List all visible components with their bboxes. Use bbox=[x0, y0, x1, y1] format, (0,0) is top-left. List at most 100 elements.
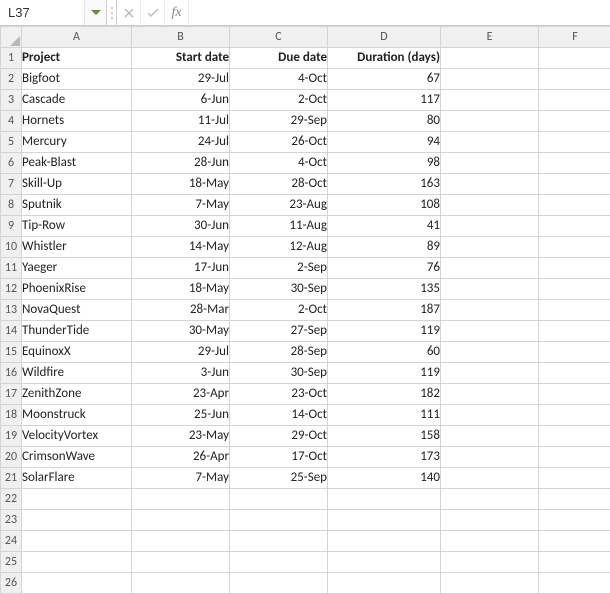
cell[interactable] bbox=[441, 552, 539, 573]
cell[interactable]: 17-Oct bbox=[230, 447, 328, 468]
cell[interactable]: Moonstruck bbox=[22, 405, 132, 426]
select-all-corner[interactable] bbox=[1, 27, 22, 48]
cell[interactable]: 173 bbox=[328, 447, 441, 468]
cell[interactable]: 163 bbox=[328, 174, 441, 195]
cell[interactable]: 11-Aug bbox=[230, 216, 328, 237]
cell[interactable]: Sputnik bbox=[22, 195, 132, 216]
cell[interactable] bbox=[441, 363, 539, 384]
cell[interactable] bbox=[539, 384, 610, 405]
row-header[interactable]: 23 bbox=[1, 510, 22, 531]
cell[interactable]: 89 bbox=[328, 237, 441, 258]
cell[interactable] bbox=[539, 300, 610, 321]
spreadsheet-grid[interactable]: A B C D E F 1ProjectStart dateDue dateDu… bbox=[0, 26, 610, 594]
cell[interactable] bbox=[539, 132, 610, 153]
cell[interactable]: 2-Oct bbox=[230, 90, 328, 111]
row-header[interactable]: 13 bbox=[1, 300, 22, 321]
row-header[interactable]: 4 bbox=[1, 111, 22, 132]
cell[interactable] bbox=[328, 552, 441, 573]
formula-input[interactable] bbox=[189, 0, 610, 25]
cell[interactable]: Wildfire bbox=[22, 363, 132, 384]
cell[interactable]: 23-May bbox=[132, 426, 230, 447]
cell[interactable]: 18-May bbox=[132, 279, 230, 300]
cell[interactable]: 29-Oct bbox=[230, 426, 328, 447]
cell[interactable]: 29-Jul bbox=[132, 342, 230, 363]
cell[interactable] bbox=[328, 510, 441, 531]
cell[interactable]: 26-Oct bbox=[230, 132, 328, 153]
cell[interactable]: 7-May bbox=[132, 468, 230, 489]
row-header[interactable]: 18 bbox=[1, 405, 22, 426]
cell[interactable]: 28-Sep bbox=[230, 342, 328, 363]
cell[interactable] bbox=[441, 132, 539, 153]
cell[interactable]: 28-Oct bbox=[230, 174, 328, 195]
cell[interactable] bbox=[441, 489, 539, 510]
cell[interactable] bbox=[539, 321, 610, 342]
name-box[interactable] bbox=[0, 0, 84, 25]
cell[interactable]: 76 bbox=[328, 258, 441, 279]
cell[interactable]: 3-Jun bbox=[132, 363, 230, 384]
cell[interactable]: 14-Oct bbox=[230, 405, 328, 426]
cell[interactable]: PhoenixRise bbox=[22, 279, 132, 300]
cell[interactable] bbox=[441, 69, 539, 90]
cell[interactable] bbox=[441, 384, 539, 405]
cell[interactable]: 6-Jun bbox=[132, 90, 230, 111]
cell[interactable]: Project bbox=[22, 48, 132, 69]
insert-function-button[interactable]: fx bbox=[165, 0, 189, 25]
cell[interactable]: Due date bbox=[230, 48, 328, 69]
cell[interactable] bbox=[539, 342, 610, 363]
cell[interactable] bbox=[441, 426, 539, 447]
row-header[interactable]: 20 bbox=[1, 447, 22, 468]
cell[interactable]: EquinoxX bbox=[22, 342, 132, 363]
cell[interactable]: 28-Jun bbox=[132, 153, 230, 174]
cell[interactable] bbox=[441, 237, 539, 258]
cell[interactable] bbox=[230, 510, 328, 531]
cell[interactable] bbox=[539, 258, 610, 279]
cell[interactable]: 98 bbox=[328, 153, 441, 174]
cell[interactable]: 30-Sep bbox=[230, 279, 328, 300]
cell[interactable]: Peak-Blast bbox=[22, 153, 132, 174]
cell[interactable] bbox=[22, 510, 132, 531]
cell[interactable] bbox=[132, 510, 230, 531]
row-header[interactable]: 22 bbox=[1, 489, 22, 510]
cell[interactable]: 28-Mar bbox=[132, 300, 230, 321]
row-header[interactable]: 3 bbox=[1, 90, 22, 111]
accept-formula-button[interactable] bbox=[141, 0, 165, 25]
cell[interactable] bbox=[539, 174, 610, 195]
cell[interactable] bbox=[441, 111, 539, 132]
cell[interactable]: Skill-Up bbox=[22, 174, 132, 195]
cell[interactable] bbox=[539, 48, 610, 69]
cell[interactable]: 30-Sep bbox=[230, 363, 328, 384]
cell[interactable]: 119 bbox=[328, 321, 441, 342]
cell[interactable]: 24-Jul bbox=[132, 132, 230, 153]
cell[interactable] bbox=[441, 153, 539, 174]
cell[interactable] bbox=[539, 216, 610, 237]
cell[interactable] bbox=[441, 279, 539, 300]
cell[interactable] bbox=[539, 90, 610, 111]
cell[interactable] bbox=[328, 531, 441, 552]
cell[interactable]: ThunderTide bbox=[22, 321, 132, 342]
row-header[interactable]: 1 bbox=[1, 48, 22, 69]
row-header[interactable]: 11 bbox=[1, 258, 22, 279]
cell[interactable] bbox=[441, 447, 539, 468]
cell[interactable]: 158 bbox=[328, 426, 441, 447]
cell[interactable]: Tip-Row bbox=[22, 216, 132, 237]
cell[interactable]: 60 bbox=[328, 342, 441, 363]
row-header[interactable]: 5 bbox=[1, 132, 22, 153]
cell[interactable] bbox=[539, 363, 610, 384]
cell[interactable]: 11-Jul bbox=[132, 111, 230, 132]
cell[interactable]: 14-May bbox=[132, 237, 230, 258]
cell[interactable] bbox=[539, 468, 610, 489]
cell[interactable]: 29-Sep bbox=[230, 111, 328, 132]
cell[interactable]: 26-Apr bbox=[132, 447, 230, 468]
cell[interactable]: 67 bbox=[328, 69, 441, 90]
cell[interactable]: 25-Sep bbox=[230, 468, 328, 489]
row-header[interactable]: 16 bbox=[1, 363, 22, 384]
col-header-A[interactable]: A bbox=[22, 27, 132, 48]
cell[interactable] bbox=[230, 531, 328, 552]
cell[interactable] bbox=[441, 510, 539, 531]
cell[interactable] bbox=[132, 531, 230, 552]
row-header[interactable]: 14 bbox=[1, 321, 22, 342]
cell[interactable]: SolarFlare bbox=[22, 468, 132, 489]
cell[interactable] bbox=[132, 489, 230, 510]
cell[interactable]: CrimsonWave bbox=[22, 447, 132, 468]
cell[interactable]: 2-Oct bbox=[230, 300, 328, 321]
